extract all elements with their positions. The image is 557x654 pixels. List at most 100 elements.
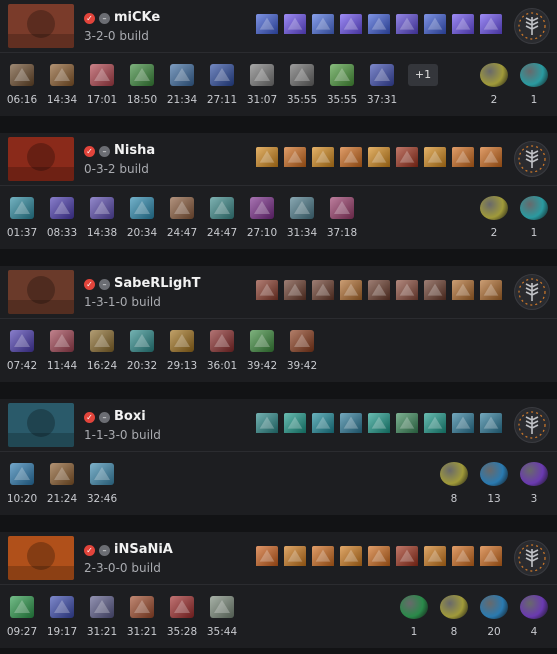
gem-icon	[520, 196, 548, 220]
orb-icon[interactable]	[10, 197, 34, 219]
claw-icon[interactable]	[130, 596, 154, 618]
dagger-icon[interactable]	[90, 197, 114, 219]
item-time: 14:34	[46, 94, 78, 106]
skill-icon	[368, 413, 390, 435]
item-time: 32:46	[86, 493, 118, 505]
item-time: 01:37	[6, 227, 38, 239]
skill-icon	[340, 413, 362, 435]
helm-icon[interactable]	[50, 330, 74, 352]
crown-icon[interactable]	[210, 197, 234, 219]
scythe-icon[interactable]	[130, 330, 154, 352]
staff-icon[interactable]	[210, 64, 234, 86]
player-header: ✓ – miCKe 3-2-0 build	[0, 0, 557, 53]
skill-icon	[284, 413, 306, 435]
glaive-icon[interactable]	[50, 463, 74, 485]
talent-tree-icon[interactable]	[514, 8, 550, 44]
wing-icon[interactable]	[130, 197, 154, 219]
boots-icon[interactable]	[10, 330, 34, 352]
helm-icon[interactable]	[290, 197, 314, 219]
claw-icon[interactable]	[290, 64, 314, 86]
claw-icon[interactable]	[170, 330, 194, 352]
axe-icon[interactable]	[90, 330, 114, 352]
consumable-count: 8	[450, 626, 458, 638]
hero-portrait[interactable]	[8, 536, 74, 580]
staff-icon[interactable]	[90, 596, 114, 618]
cheese-icon	[440, 595, 468, 619]
orb-icon	[520, 462, 548, 486]
hero-portrait[interactable]	[8, 403, 74, 447]
status-icon: –	[99, 279, 110, 290]
player-name[interactable]: iNSaNiA	[114, 542, 173, 557]
player-name[interactable]: miCKe	[114, 10, 160, 25]
item-time: 11:44	[46, 360, 78, 372]
skill-icon	[480, 14, 502, 36]
scythe-icon[interactable]	[210, 596, 234, 618]
cross-icon[interactable]	[290, 330, 314, 352]
skill-icon	[284, 546, 306, 568]
scepter-icon[interactable]	[370, 64, 394, 86]
player-card: ✓ – iNSaNiA 2-3-0-0 build 09:27 19:17 31:21 31:…	[0, 532, 557, 648]
orb-icon[interactable]	[170, 64, 194, 86]
item-time: 21:24	[46, 493, 78, 505]
staff-icon[interactable]	[170, 197, 194, 219]
skill-icon	[256, 546, 278, 568]
item-time: 36:01	[206, 360, 238, 372]
item-time: 35:55	[326, 94, 358, 106]
item-time: 29:13	[166, 360, 198, 372]
gem-icon	[480, 462, 508, 486]
verified-icon: ✓	[84, 13, 95, 24]
hammer-icon[interactable]	[170, 596, 194, 618]
status-icon: –	[99, 13, 110, 24]
skill-icon	[312, 546, 334, 568]
boots-icon[interactable]	[10, 64, 34, 86]
more-items-button[interactable]: +1	[408, 64, 438, 86]
wing-icon[interactable]	[50, 596, 74, 618]
wing-icon[interactable]	[90, 463, 114, 485]
boots-icon[interactable]	[50, 197, 74, 219]
skill-icon	[396, 546, 418, 568]
talent-tree-icon[interactable]	[514, 141, 550, 177]
skill-icon	[396, 14, 418, 36]
hero-portrait[interactable]	[8, 4, 74, 48]
verified-icon: ✓	[84, 279, 95, 290]
build-label: 1-3-1-0 build	[84, 295, 161, 309]
shard-icon[interactable]	[250, 197, 274, 219]
skill-icon	[452, 147, 474, 169]
talent-tree-icon[interactable]	[514, 540, 550, 576]
skill-icon	[396, 280, 418, 302]
skill-icon	[368, 546, 390, 568]
player-card: ✓ – Boxi 1-1-3-0 build 10:20 21:24 32:46 8 13 3	[0, 399, 557, 515]
leaf-icon[interactable]	[330, 64, 354, 86]
orb-icon[interactable]	[10, 463, 34, 485]
blade-icon[interactable]	[250, 330, 274, 352]
item-time: 27:10	[246, 227, 278, 239]
blade-icon[interactable]	[130, 64, 154, 86]
rune-icon[interactable]	[330, 197, 354, 219]
skill-icon	[480, 413, 502, 435]
talent-tree-icon[interactable]	[514, 407, 550, 443]
boots-icon[interactable]	[10, 596, 34, 618]
player-card: ✓ – Nisha 0-3-2 build 01:37 08:33 14:38 20:34 24…	[0, 133, 557, 249]
item-time: 35:28	[166, 626, 198, 638]
consumable-count: 1	[530, 227, 538, 239]
skill-icon	[368, 14, 390, 36]
helm-icon[interactable]	[90, 64, 114, 86]
skill-icon	[480, 147, 502, 169]
item-time: 24:47	[166, 227, 198, 239]
hero-portrait[interactable]	[8, 137, 74, 181]
player-name[interactable]: Boxi	[114, 409, 146, 424]
axe-icon[interactable]	[50, 64, 74, 86]
player-name[interactable]: Nisha	[114, 143, 155, 158]
item-time: 07:42	[6, 360, 38, 372]
skill-icon	[424, 14, 446, 36]
item-time: 31:21	[126, 626, 158, 638]
hammer-icon[interactable]	[250, 64, 274, 86]
consumable-count: 1	[410, 626, 418, 638]
orb-icon	[520, 595, 548, 619]
hero-portrait[interactable]	[8, 270, 74, 314]
status-icon: –	[99, 146, 110, 157]
hammer-icon[interactable]	[210, 330, 234, 352]
talent-tree-icon[interactable]	[514, 274, 550, 310]
skill-icon	[368, 280, 390, 302]
player-name[interactable]: SabeRLighT	[114, 276, 200, 291]
